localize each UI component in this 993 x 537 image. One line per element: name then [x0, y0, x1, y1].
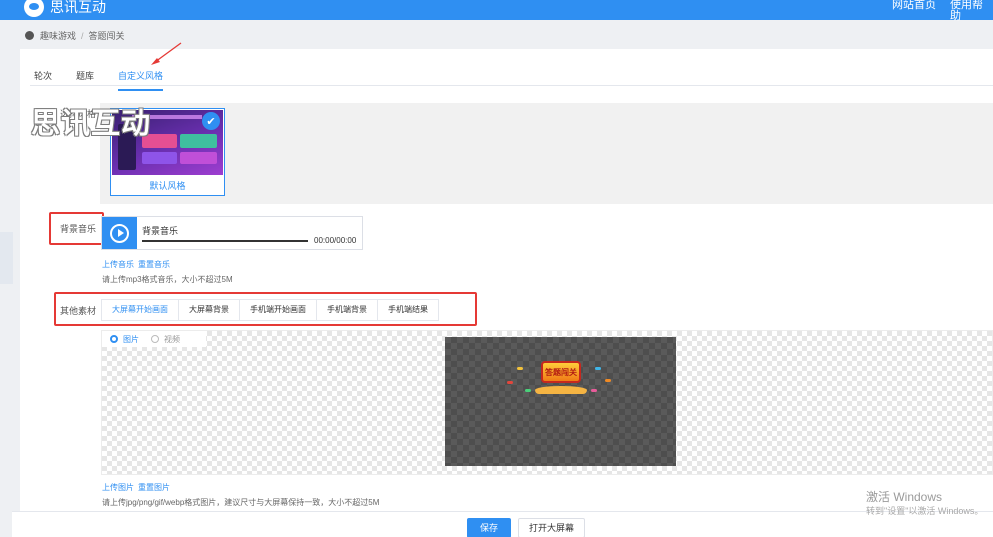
footer-action-bar: 保存 打开大屏幕 — [12, 511, 993, 537]
annotation-arrow — [151, 42, 182, 65]
music-player: 背景音乐 00:00/00:00 — [101, 216, 363, 250]
main-panel: 轮次 题库 自定义风格 选择风格 ✔ 默认风格 思讯互动 背景音乐 背景音乐 0… — [20, 42, 993, 537]
upload-music-link[interactable]: 上传音乐 — [102, 259, 134, 270]
style-selection-area — [100, 103, 993, 204]
progress-bar[interactable] — [142, 240, 308, 242]
music-label: 背景音乐 — [60, 224, 97, 234]
windows-activation-title: 激活 Windows — [866, 490, 943, 504]
brand-logo[interactable]: 思讯互动 — [24, 0, 106, 17]
style-name: 默认风格 — [149, 181, 186, 191]
radio-video-label[interactable]: 视频 — [164, 334, 180, 345]
brand-name: 思讯互动 — [50, 0, 106, 15]
tab-big-screen-background[interactable]: 大屏幕背景 — [179, 300, 240, 320]
help-link[interactable]: 使用帮助 — [950, 0, 993, 22]
materials-label: 其他素材 — [60, 306, 97, 316]
breadcrumb-item-quiz: 答题闯关 — [88, 31, 125, 41]
selected-check-icon: ✔ — [202, 112, 220, 130]
track-time: 00:00/00:00 — [314, 236, 357, 245]
breadcrumb-separator: / — [81, 30, 84, 41]
image-hint: 请上传jpg/png/gif/webp格式图片，建议尺寸与大屏幕保持一致，大小不… — [102, 498, 380, 507]
tab-mobile-start[interactable]: 手机端开始画面 — [240, 300, 317, 320]
breadcrumb: 趣味游戏 / 答题闯关 — [25, 29, 125, 42]
tab-divider — [30, 85, 993, 86]
watermark-logo: 思讯互动 — [31, 108, 152, 140]
play-icon[interactable] — [110, 224, 129, 243]
play-button-area[interactable] — [102, 217, 137, 249]
tab-rounds[interactable]: 轮次 — [34, 69, 52, 91]
settings-tabs: 轮次 题库 自定义风格 — [34, 69, 187, 91]
radio-image[interactable] — [110, 335, 118, 343]
music-hint: 请上传mp3格式音乐，大小不超过5M — [102, 275, 233, 284]
tab-mobile-result[interactable]: 手机端结果 — [378, 300, 438, 320]
radio-image-label[interactable]: 图片 — [123, 334, 139, 345]
quiz-title-badge: 答题闯关 — [541, 361, 581, 383]
brand-mascot-icon — [24, 0, 44, 17]
reset-music-link[interactable]: 重置音乐 — [138, 259, 170, 270]
game-icon — [25, 31, 34, 40]
reset-image-link[interactable]: 重置图片 — [138, 482, 170, 493]
open-big-screen-button[interactable]: 打开大屏幕 — [518, 518, 585, 537]
radio-video[interactable] — [151, 335, 159, 343]
upload-image-link[interactable]: 上传图片 — [102, 482, 134, 493]
breadcrumb-item-fun-games[interactable]: 趣味游戏 — [40, 29, 76, 42]
material-tabs: 大屏幕开始画面 大屏幕背景 手机端开始画面 手机端背景 手机端结果 — [101, 299, 439, 321]
book-icon — [535, 386, 587, 394]
tab-custom-style[interactable]: 自定义风格 — [118, 69, 164, 91]
home-link[interactable]: 网站首页 — [892, 0, 936, 11]
material-preview-canvas: 图片 视频 答题闯关 — [101, 330, 993, 475]
sidebar-edge — [0, 232, 13, 284]
tab-question-bank[interactable]: 题库 — [76, 69, 94, 91]
tab-big-screen-start[interactable]: 大屏幕开始画面 — [102, 300, 179, 320]
track-title: 背景音乐 — [142, 226, 179, 236]
windows-activation-subtitle: 转到"设置"以激活 Windows。 — [866, 506, 984, 516]
top-bar: 思讯互动 网站首页 使用帮助 — [0, 0, 993, 22]
save-button[interactable]: 保存 — [467, 518, 511, 537]
media-type-selector: 图片 视频 — [102, 331, 206, 347]
tab-mobile-background[interactable]: 手机端背景 — [317, 300, 378, 320]
start-screen-image: 答题闯关 — [445, 337, 676, 466]
